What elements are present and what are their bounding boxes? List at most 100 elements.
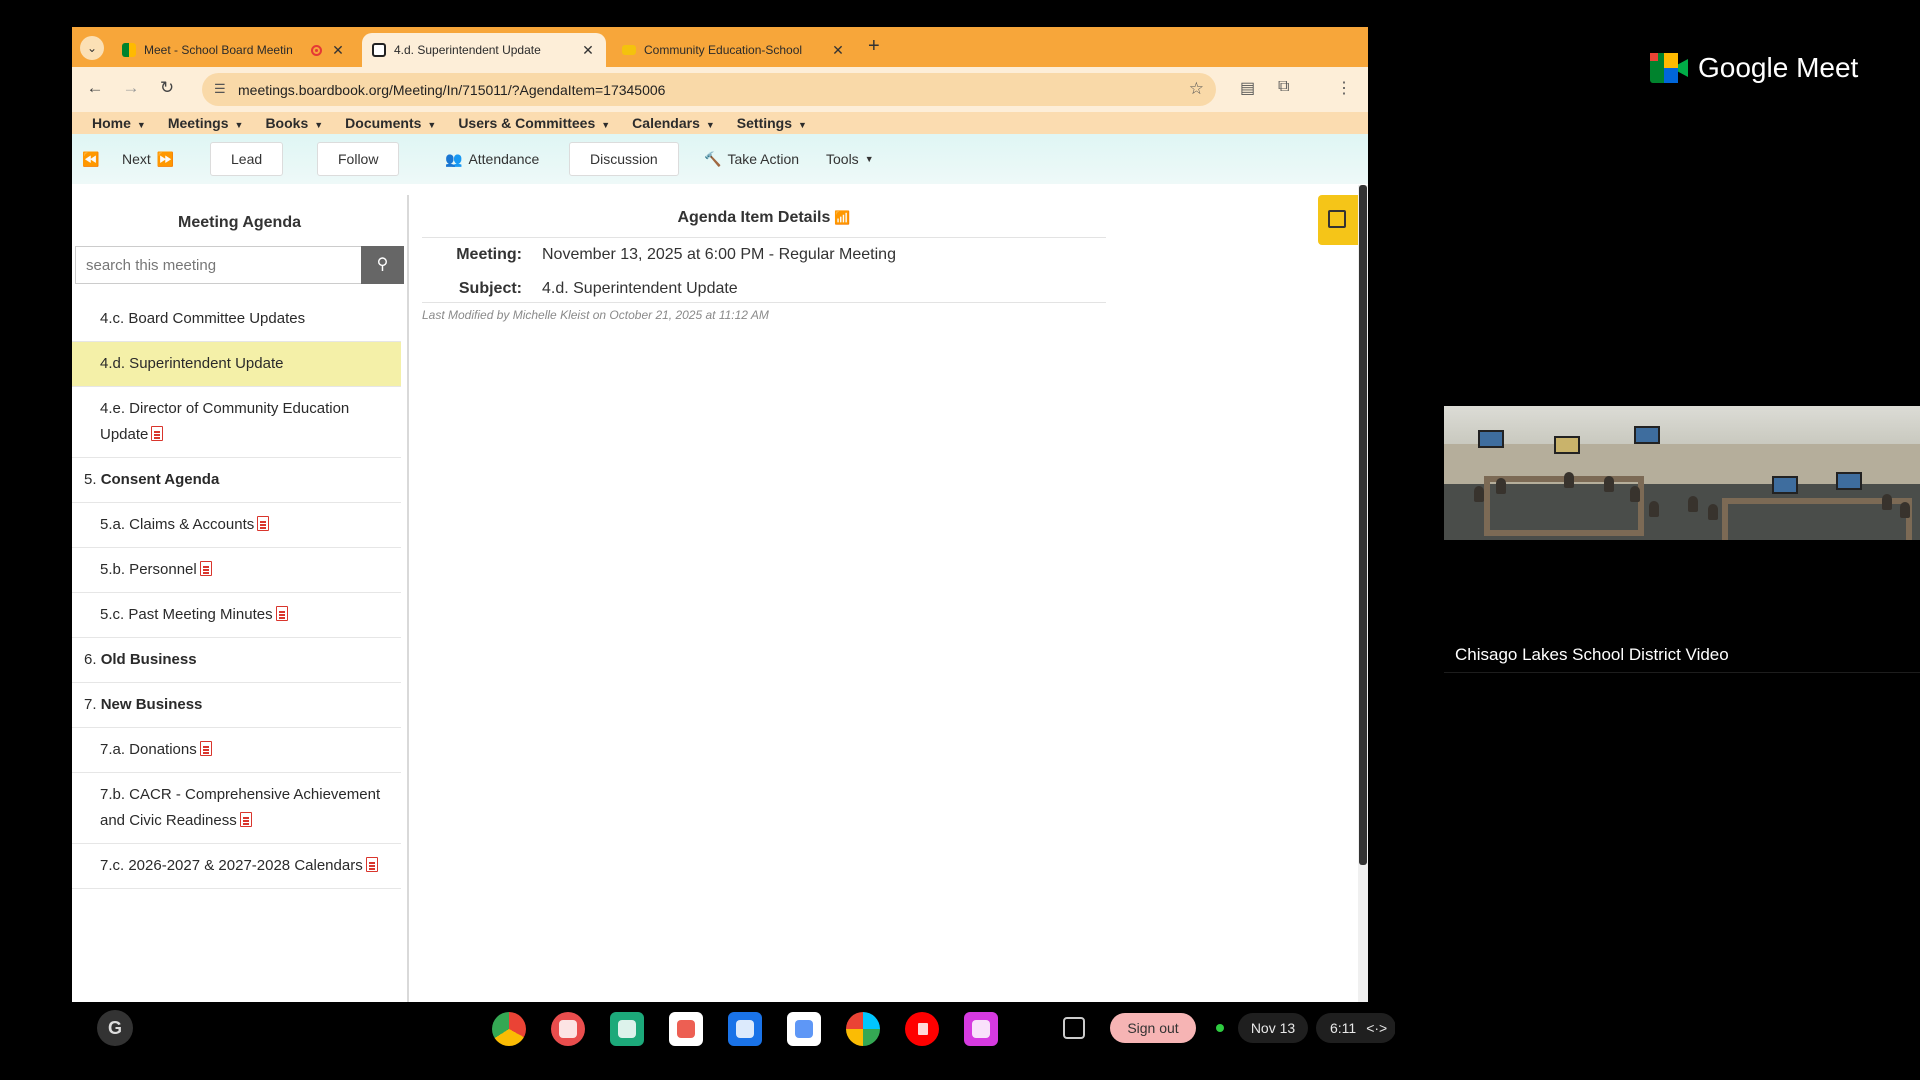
pdf-attachment-icon[interactable] — [275, 606, 288, 621]
agenda-item-5a[interactable]: 5.a. Claims & Accounts — [72, 503, 401, 548]
pdf-attachment-icon[interactable] — [151, 426, 164, 441]
close-tab-icon[interactable]: ✕ — [830, 42, 846, 59]
divider — [422, 302, 1106, 303]
details-title: Agenda Item Details 📶 — [677, 209, 851, 226]
meeting-label: Meeting: — [456, 246, 522, 263]
side-panel-icon[interactable]: ▤ — [1240, 78, 1255, 98]
recording-icon — [311, 44, 322, 56]
previous-icon[interactable]: ⏪ — [82, 142, 99, 176]
agenda-item-7c[interactable]: 7.c. 2026-2027 & 2027-2028 Calendars — [72, 844, 401, 889]
agenda-list: 4.c. Board Committee Updates 4.d. Superi… — [72, 297, 401, 889]
pdf-attachment-icon[interactable] — [199, 561, 212, 576]
discussion-button[interactable]: Discussion — [569, 142, 679, 176]
agenda-item-7b[interactable]: 7.b. CACR - Comprehensive Achievement an… — [72, 773, 401, 844]
search-icon: ⚲ — [376, 256, 389, 273]
google-meet-panel: Google Meet Chisago Lakes School Distric… — [1395, 0, 1920, 1080]
agenda-item-5b[interactable]: 5.b. Personnel — [72, 548, 401, 593]
menu-users-committees[interactable]: Users & Committees ▼ — [458, 112, 632, 134]
calendar-app-icon[interactable] — [787, 1012, 821, 1046]
pdf-attachment-icon[interactable] — [365, 857, 378, 872]
play-store-app-icon[interactable] — [846, 1012, 880, 1046]
menu-books[interactable]: Books ▼ — [265, 112, 345, 134]
files-app-icon[interactable] — [728, 1012, 762, 1046]
search-input[interactable] — [75, 246, 361, 284]
app-glyph — [677, 1020, 695, 1038]
camera-feed-left — [1444, 406, 1682, 540]
canvas-app-icon[interactable] — [551, 1012, 585, 1046]
agenda-item-4d[interactable]: 4.d. Superintendent Update — [72, 342, 401, 387]
app-glyph — [918, 1023, 928, 1035]
lead-button[interactable]: Lead — [210, 142, 284, 176]
agenda-item-5c[interactable]: 5.c. Past Meeting Minutes — [72, 593, 401, 638]
back-icon[interactable]: ← — [84, 78, 106, 98]
agenda-item-7a[interactable]: 7.a. Donations — [72, 728, 401, 773]
time-pill[interactable]: 6:11 <·> — [1316, 1013, 1396, 1043]
menu-meetings[interactable]: Meetings ▼ — [168, 112, 266, 134]
extensions-icon[interactable]: ⧉ — [1278, 78, 1289, 96]
subject-label: Subject: — [458, 280, 522, 297]
screen-capture-icon[interactable] — [1063, 1017, 1085, 1039]
page-scrollbar[interactable] — [1358, 185, 1368, 1002]
notes-tab[interactable] — [1318, 195, 1358, 245]
reload-icon[interactable]: ↻ — [156, 78, 178, 98]
browser-menu-icon[interactable]: ⋮ — [1336, 78, 1352, 98]
attendance-button[interactable]: 👥 Attendance — [445, 142, 539, 176]
bookmark-star-icon[interactable]: ☆ — [1189, 79, 1204, 99]
caret-down-icon: ▼ — [136, 120, 146, 130]
pdf-attachment-icon[interactable] — [257, 516, 270, 531]
agenda-section-6[interactable]: 6. Old Business — [72, 638, 401, 683]
agenda-sidebar: Meeting Agenda ⚲ 4.c. Board Committee Up… — [72, 195, 409, 1002]
date-pill[interactable]: Nov 13 — [1238, 1013, 1308, 1043]
forward-icon[interactable]: → — [120, 78, 142, 98]
app-glyph — [736, 1020, 754, 1038]
agenda-item-4c[interactable]: 4.c. Board Committee Updates — [72, 297, 401, 342]
url-text: meetings.boardbook.org/Meeting/In/715011… — [238, 82, 666, 98]
tab-search-icon[interactable]: ⌄ — [80, 36, 104, 60]
meeting-toolbar: ⏪ Next ⏩ Lead Follow 👥 Attendance Discussi… — [72, 134, 1368, 184]
participant-video-tile[interactable] — [1444, 406, 1920, 540]
tab-meet[interactable]: Meet - School Board Meetin ✕ — [112, 33, 356, 67]
close-tab-icon[interactable]: ✕ — [330, 42, 346, 59]
app-glyph — [618, 1020, 636, 1038]
agenda-section-7[interactable]: 7. New Business — [72, 683, 401, 728]
sign-out-button[interactable]: Sign out — [1110, 1013, 1196, 1043]
network-arrows-icon: <·> — [1366, 1020, 1388, 1036]
agenda-item-4e[interactable]: 4.e. Director of Community Education Upd… — [72, 387, 401, 458]
address-bar[interactable]: ☰ meetings.boardbook.org/Meeting/In/7150… — [202, 73, 1216, 106]
caret-down-icon: ▼ — [234, 120, 244, 130]
menu-documents[interactable]: Documents ▼ — [345, 112, 458, 134]
follow-button[interactable]: Follow — [317, 142, 400, 176]
meet-favicon-icon — [122, 43, 136, 57]
menu-calendars[interactable]: Calendars ▼ — [632, 112, 737, 134]
pdf-attachment-icon[interactable] — [199, 741, 212, 756]
close-tab-icon[interactable]: ✕ — [580, 42, 596, 59]
slides-favicon-icon — [622, 45, 636, 55]
search-button[interactable]: ⚲ — [361, 246, 404, 284]
site-info-icon[interactable]: ☰ — [214, 81, 226, 97]
sidebar-title: Meeting Agenda — [178, 214, 301, 231]
app-icon[interactable] — [964, 1012, 998, 1046]
new-tab-icon[interactable]: + — [868, 35, 880, 58]
chrome-app-icon[interactable] — [492, 1012, 526, 1046]
menu-settings[interactable]: Settings ▼ — [737, 112, 829, 134]
menu-home[interactable]: Home ▼ — [92, 112, 168, 134]
youtube-app-icon[interactable] — [905, 1012, 939, 1046]
take-action-button[interactable]: 🔨 Take Action — [704, 142, 799, 176]
pdf-attachment-icon[interactable] — [239, 812, 252, 827]
next-button[interactable]: Next ⏩ — [122, 142, 174, 176]
gmail-app-icon[interactable] — [669, 1012, 703, 1046]
classroom-app-icon[interactable] — [610, 1012, 644, 1046]
agenda-section-5[interactable]: 5. Consent Agenda — [72, 458, 401, 503]
meeting-value: November 13, 2025 at 6:00 PM - Regular M… — [542, 246, 896, 263]
divider — [1444, 672, 1920, 673]
caret-down-icon: ▼ — [314, 120, 324, 130]
gavel-icon: 🔨 — [704, 150, 722, 167]
app-glyph — [559, 1020, 577, 1038]
launcher-button[interactable]: G — [97, 1010, 133, 1046]
scrollbar-thumb[interactable] — [1359, 185, 1367, 865]
tab-superintendent-update[interactable]: 4.d. Superintendent Update ✕ — [362, 33, 606, 67]
tools-button[interactable]: Tools ▼ — [826, 142, 874, 176]
tab-title: Community Education-School — [644, 43, 803, 57]
tab-community-education[interactable]: Community Education-School ✕ — [612, 33, 856, 67]
browser-window: ⌄ Meet - School Board Meetin ✕ 4.d. Supe… — [72, 27, 1368, 1002]
